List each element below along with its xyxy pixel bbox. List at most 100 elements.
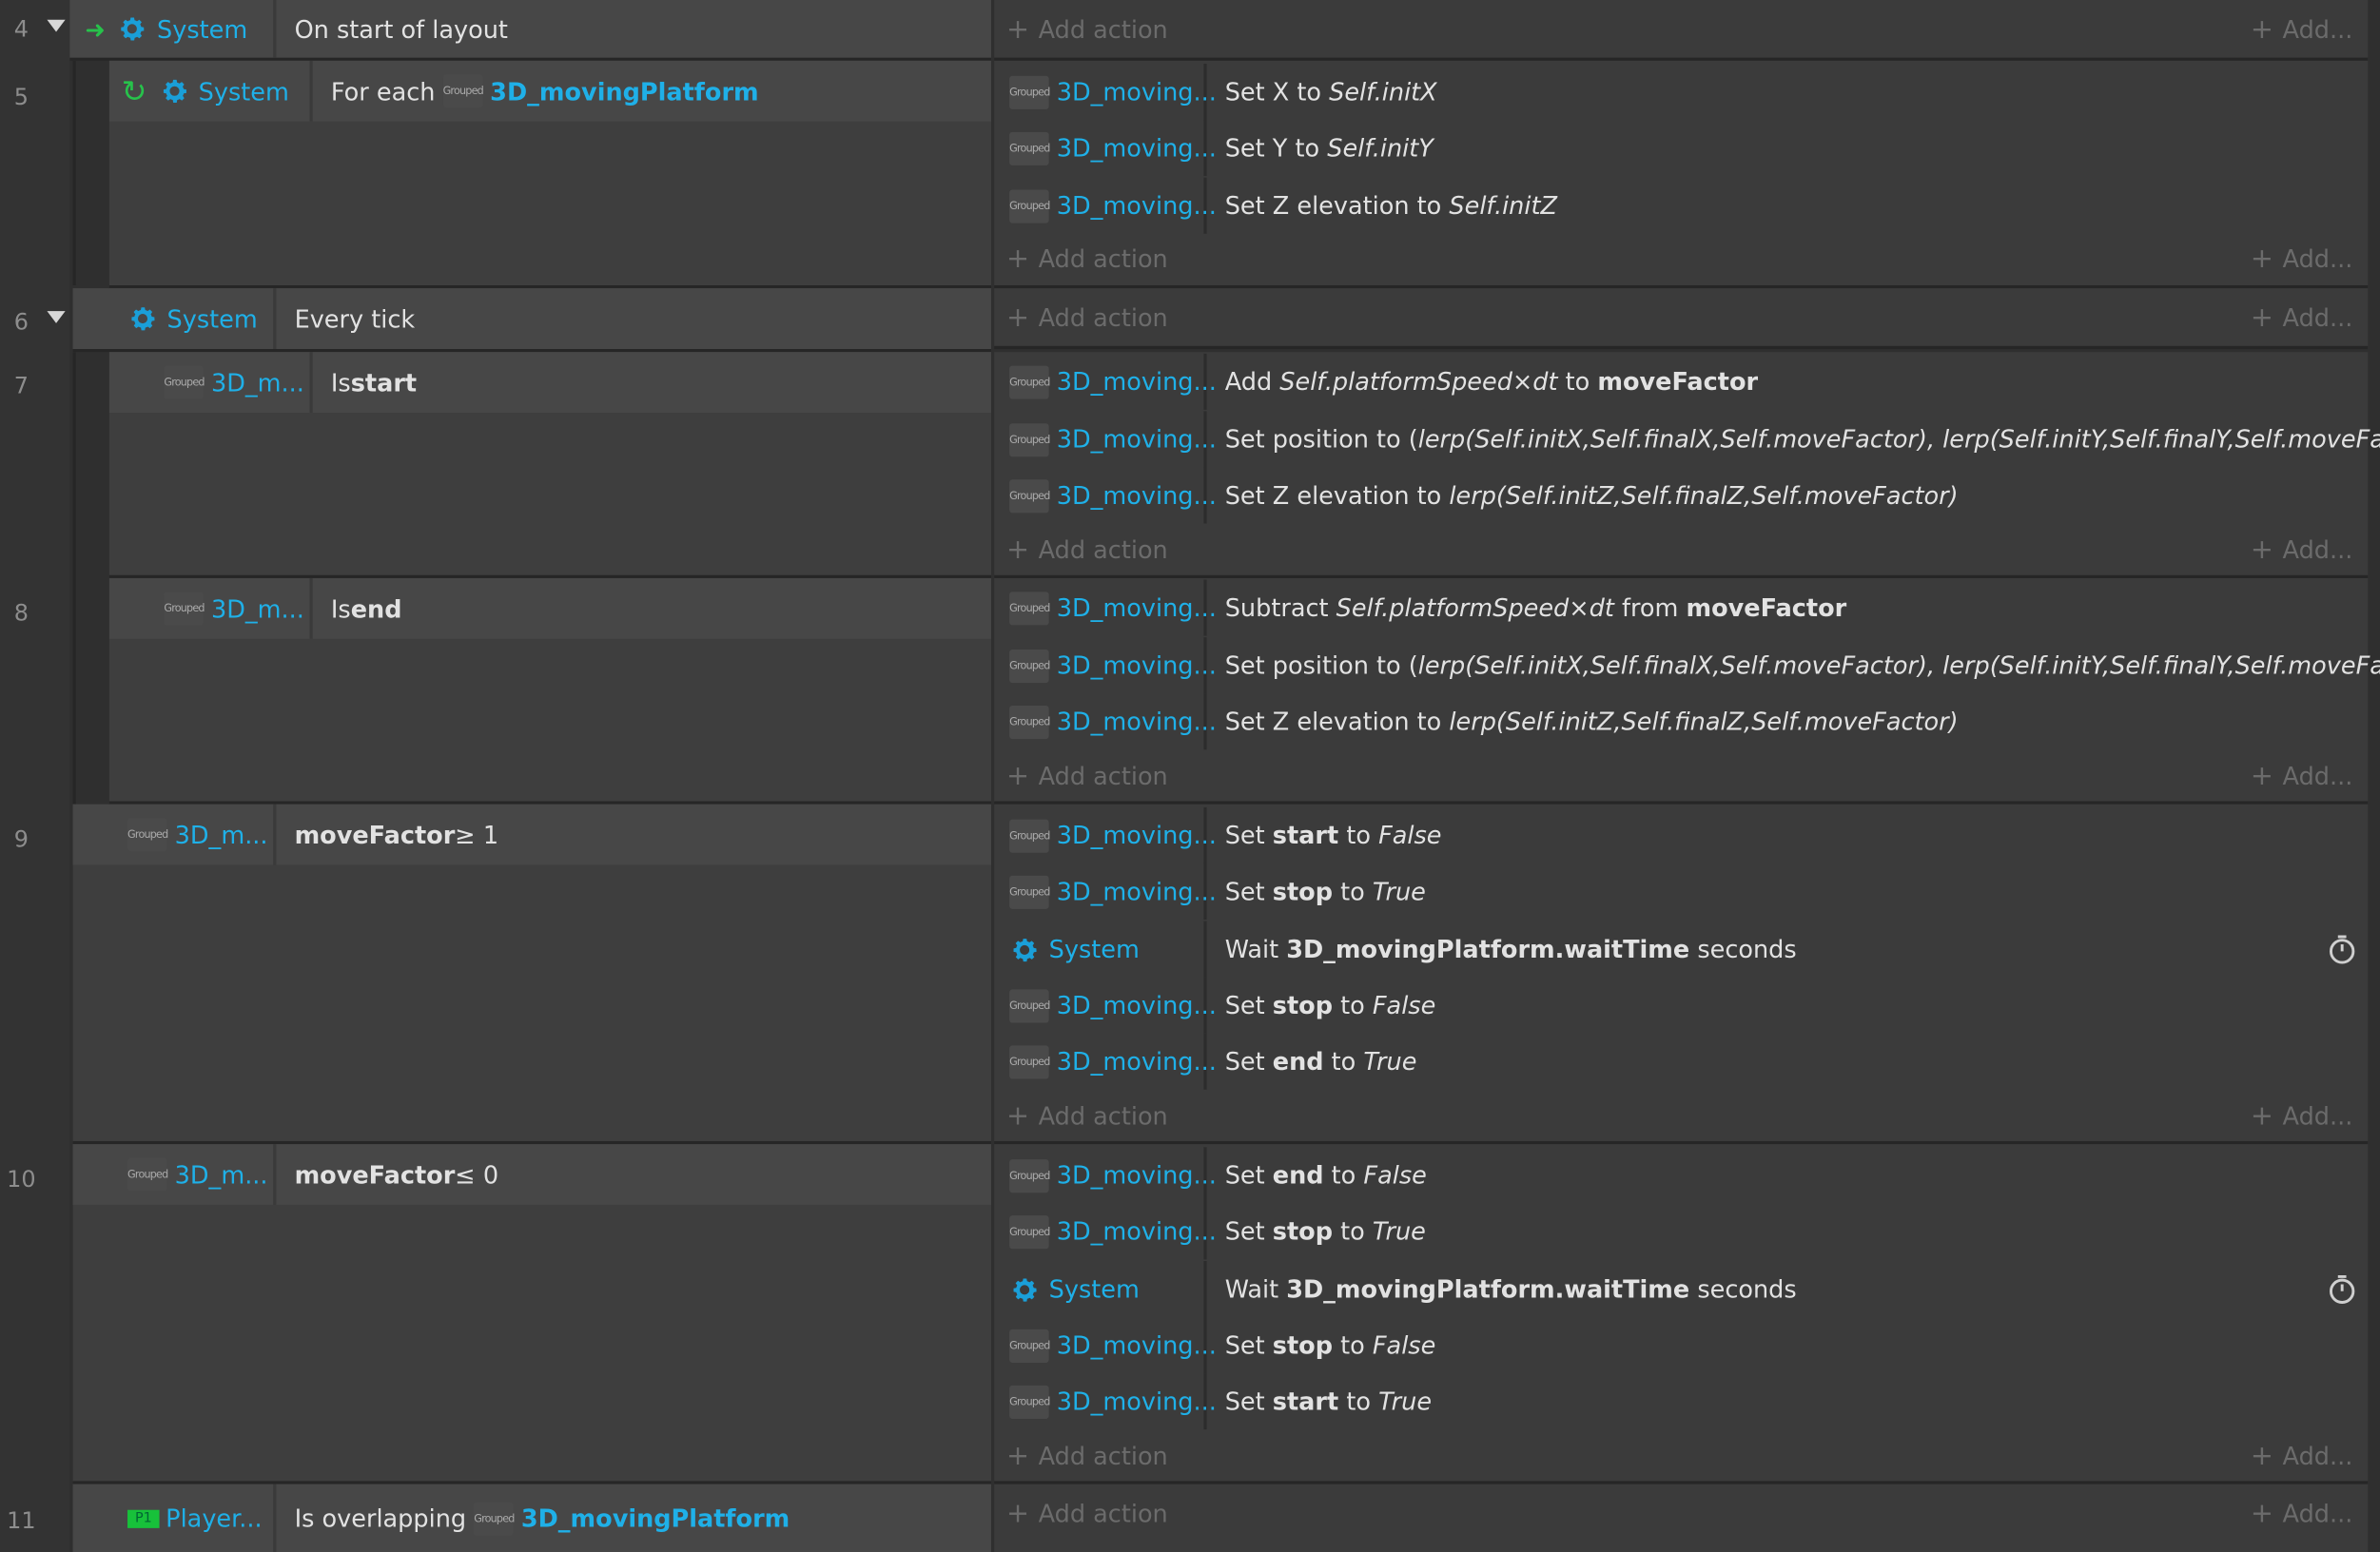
nest-line (72, 349, 76, 805)
event-7[interactable]: Grouped 3D_m... Is start (108, 352, 991, 578)
actions-10: Grouped 3D_moving... Set end to False Gro… (994, 1144, 2369, 1484)
event-9[interactable]: Grouped 3D_m... moveFactor ≥ 1 (72, 804, 991, 1145)
condition-object[interactable]: Grouped 3D_m... (73, 1144, 277, 1205)
line-number: 4 (13, 14, 29, 43)
action-row[interactable]: Grouped 3D_moving... Set end to False (994, 1147, 2368, 1204)
condition-text[interactable]: Is start (331, 352, 417, 413)
action-row[interactable]: Grouped 3D_moving... Set start to False (994, 806, 2368, 863)
gear-icon (1009, 1274, 1040, 1305)
actions-5: Grouped 3D_moving... Set X to Self.initX … (994, 60, 2369, 289)
condition-object[interactable]: System (73, 288, 277, 350)
action-row[interactable]: Grouped 3D_moving... Set position to (ler… (994, 411, 2380, 468)
line-gutter (0, 0, 70, 1552)
action-row[interactable]: Grouped 3D_moving... Set stop to False (994, 977, 2368, 1034)
object-name: System (198, 76, 289, 106)
object-name: 3D_m... (210, 367, 304, 398)
actions-9: Grouped 3D_moving... Set start to False G… (994, 804, 2369, 1145)
object-icon: Grouped (1009, 1158, 1050, 1193)
player-icon: P1 (127, 1508, 160, 1528)
line-number: 6 (13, 307, 29, 336)
condition-text[interactable]: Is end (331, 578, 402, 639)
object-name: 3D_m... (210, 593, 304, 624)
add-action-button[interactable]: + Add action (1006, 1090, 1168, 1141)
add-action-button[interactable]: + Add action (1006, 1487, 1168, 1539)
object-icon: Grouped (1009, 131, 1050, 165)
add-action-button[interactable]: + Add action (1006, 1429, 1168, 1481)
add-action-button[interactable]: + Add action (1006, 3, 1168, 54)
collapse-triangle-icon[interactable] (47, 311, 66, 323)
condition-object[interactable]: ➜ System (69, 0, 277, 58)
event-11[interactable]: P1 Player... Is overlapping Grouped 3D_m… (72, 1484, 991, 1552)
condition-object[interactable]: Grouped 3D_m... (109, 577, 313, 639)
condition-object[interactable]: P1 Player... (73, 1484, 277, 1552)
condition-text[interactable]: moveFactor ≤ 0 (295, 1144, 498, 1205)
gear-icon (1009, 934, 1040, 964)
condition-object[interactable]: Grouped 3D_m... (109, 352, 313, 414)
actions-8: Grouped 3D_moving... Subtract Self.platfo… (994, 577, 2380, 805)
condition-text[interactable]: On start of layout (295, 0, 508, 58)
add-action-button[interactable]: + Add action (1006, 524, 1168, 575)
actions-7: Grouped 3D_moving... Add Self.platformSpe… (994, 352, 2380, 578)
event-8[interactable]: Grouped 3D_m... Is end (108, 577, 991, 805)
event-5[interactable]: ↻ System For each Grouped 3D_movingPlatf… (108, 60, 991, 289)
gear-icon (127, 303, 158, 334)
event-sheet: 4 5 6 7 8 9 10 11 ➜ System On start of l… (0, 0, 2380, 1552)
action-row[interactable]: Grouped 3D_moving... Set stop to True (994, 863, 2368, 920)
object-name: System (166, 303, 258, 334)
add-action-button[interactable]: + Add action (1006, 291, 1168, 342)
add-button[interactable]: + Add... (2251, 524, 2352, 575)
line-number: 7 (13, 371, 29, 399)
condition-object[interactable]: Grouped 3D_m... (73, 804, 277, 865)
collapse-triangle-icon[interactable] (47, 19, 66, 32)
line-number: 11 (7, 1506, 36, 1535)
action-row[interactable]: Grouped 3D_moving... Set stop to True (994, 1203, 2368, 1260)
timer-icon (2330, 1274, 2355, 1304)
event-6[interactable]: System Every tick (72, 288, 991, 353)
object-icon: Grouped (1009, 705, 1050, 739)
object-icon: Grouped (1009, 874, 1050, 909)
object-icon: Grouped (1009, 818, 1050, 852)
object-name: 3D_m... (174, 820, 268, 849)
add-button[interactable]: + Add... (2251, 1090, 2352, 1141)
line-number: 5 (13, 83, 29, 111)
action-row[interactable]: Grouped 3D_moving... Set Y to Self.initY (994, 120, 2368, 177)
action-row[interactable]: Grouped 3D_moving... Set end to True (994, 1033, 2368, 1090)
action-row[interactable]: Grouped 3D_moving... Set Z elevation to S… (994, 177, 2368, 234)
add-button[interactable]: + Add... (2251, 749, 2352, 801)
object-icon: Grouped (1009, 364, 1050, 398)
action-row[interactable]: Grouped 3D_moving... Add Self.platformSpe… (994, 353, 2368, 410)
action-row[interactable]: Grouped 3D_moving... Set X to Self.initX (994, 64, 2368, 121)
add-action-button[interactable]: + Add action (1006, 749, 1168, 801)
object-icon: Grouped (1009, 1329, 1050, 1363)
condition-text[interactable]: For each Grouped 3D_movingPlatform (331, 61, 759, 122)
event-10[interactable]: Grouped 3D_m... moveFactor ≤ 0 (72, 1144, 991, 1484)
add-button[interactable]: + Add... (2251, 232, 2352, 283)
add-button[interactable]: + Add... (2251, 1429, 2352, 1481)
actions-6: + Add action + Add... (994, 288, 2369, 350)
add-button[interactable]: + Add... (2251, 1487, 2352, 1539)
object-icon: Grouped (442, 74, 484, 108)
loop-icon: ↻ (121, 72, 147, 109)
add-action-button[interactable]: + Add action (1006, 232, 1168, 283)
condition-text[interactable]: Every tick (295, 288, 416, 349)
action-row[interactable]: Grouped 3D_moving... Set stop to False (994, 1317, 2368, 1374)
actions-4: + Add action + Add... (994, 0, 2369, 61)
add-button[interactable]: + Add... (2251, 3, 2352, 54)
event-4[interactable]: ➜ System On start of layout (69, 0, 991, 61)
action-row[interactable]: System Wait 3D_movingPlatform.waitTime se… (994, 921, 2368, 978)
condition-text[interactable]: Is overlapping Grouped 3D_movingPlatform (295, 1484, 790, 1552)
condition-object[interactable]: ↻ System (109, 60, 313, 122)
add-button[interactable]: + Add... (2251, 291, 2352, 342)
action-row[interactable]: Grouped 3D_moving... Set start to True (994, 1373, 2368, 1430)
object-icon: Grouped (127, 1157, 168, 1192)
object-name: Player... (166, 1504, 263, 1533)
action-row[interactable]: Grouped 3D_moving... Set Z elevation to l… (994, 693, 2368, 750)
action-row[interactable]: Grouped 3D_moving... Set position to (ler… (994, 637, 2380, 694)
line-number: 8 (13, 599, 29, 628)
action-row[interactable]: Grouped 3D_moving... Subtract Self.platfo… (994, 579, 2368, 636)
object-icon: Grouped (1009, 478, 1050, 513)
action-row[interactable]: System Wait 3D_movingPlatform.waitTime se… (994, 1261, 2368, 1318)
trigger-arrow-icon: ➜ (85, 14, 106, 44)
action-row[interactable]: Grouped 3D_moving... Set Z elevation to l… (994, 467, 2368, 524)
condition-text[interactable]: moveFactor ≥ 1 (295, 805, 498, 865)
